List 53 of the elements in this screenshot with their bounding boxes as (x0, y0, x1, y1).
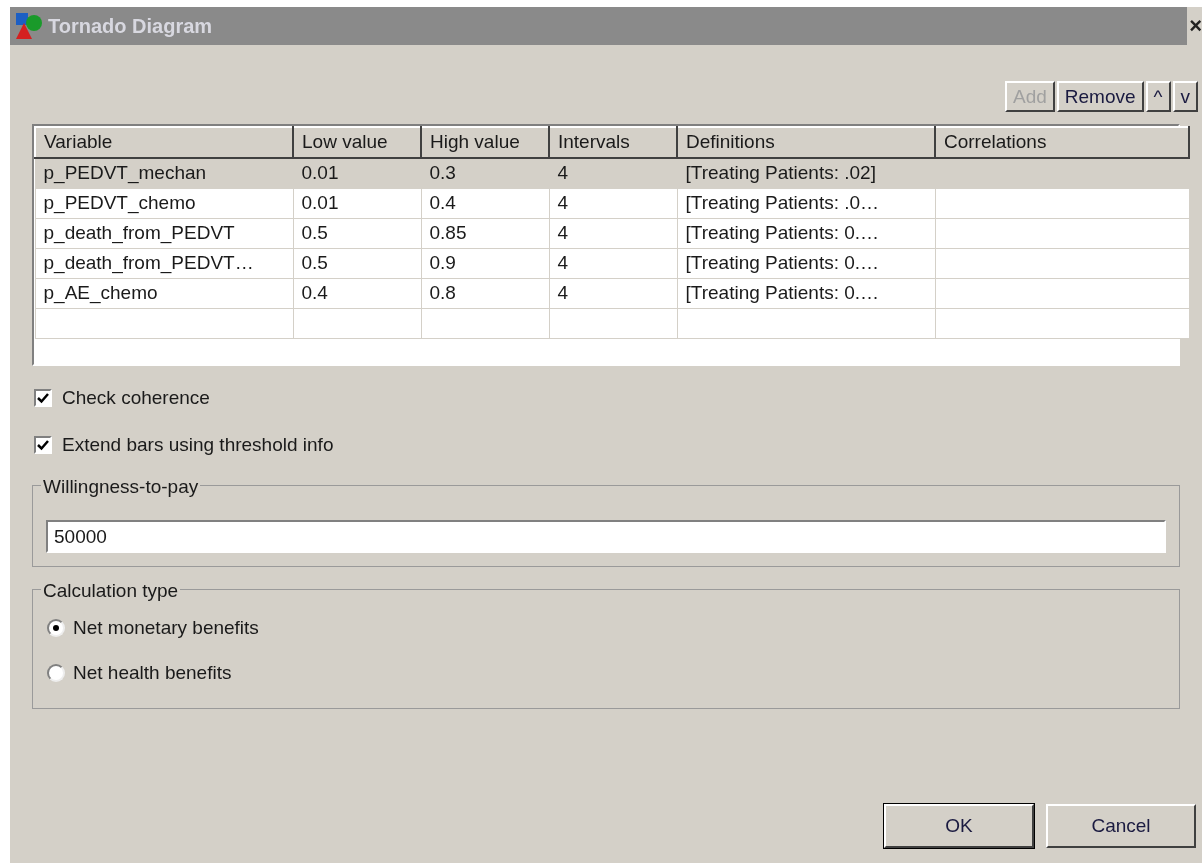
table-cell: p_death_from_PEDVT (43, 221, 235, 243)
table-cell: 0.9 (429, 251, 456, 273)
checkbox[interactable] (34, 435, 52, 454)
table-cell: p_death_from_PEDVT… (43, 251, 254, 273)
checkbox-label[interactable]: Check coherence (62, 384, 210, 413)
table-cell: p_AE_chemo (43, 281, 158, 303)
window-title: Tornado Diagram (48, 14, 213, 39)
toolbar-button[interactable]: Remove (1056, 81, 1144, 112)
column-header[interactable]: Definitions (677, 127, 935, 158)
table-row[interactable]: p_death_from_PEDVT 0.5 0.85 4 [Treating Patients: 0.… (35, 218, 1189, 248)
column-header[interactable]: Low value (293, 127, 421, 158)
column-header[interactable]: Intervals (549, 127, 677, 158)
table-cell: [Treating Patients: 0.… (685, 221, 880, 243)
radio-button[interactable] (47, 663, 65, 682)
table-cell: 0.5 (301, 221, 328, 243)
dialog-button[interactable]: Cancel (1046, 804, 1196, 848)
table-cell: 0.01 (301, 162, 339, 183)
table-cell: 4 (557, 221, 569, 243)
table-cell: 4 (557, 251, 569, 273)
table-cell: 0.3 (429, 162, 456, 183)
shapes-icon (14, 11, 44, 41)
table-cell: 4 (557, 162, 569, 183)
column-header[interactable]: Variable (35, 127, 293, 158)
table-cell: [Treating Patients: .0… (685, 191, 880, 213)
table-cell: p_PEDVT_mechan (43, 162, 207, 183)
table-row[interactable]: p_AE_chemo 0.4 0.8 4 [Treating Patients: 0.… (35, 278, 1189, 308)
toolbar-button[interactable]: ^ (1145, 81, 1171, 112)
table-row[interactable]: p_PEDVT_chemo 0.01 0.4 4 [Treating Patients: .0… (35, 188, 1189, 218)
table-row[interactable]: p_PEDVT_mechan 0.01 0.3 4 [Treating Patients: .02] (35, 158, 1189, 188)
close-button[interactable]: × (1189, 15, 1202, 37)
table-cell: 0.8 (429, 281, 456, 303)
table-cell: 0.4 (429, 191, 456, 213)
table-cell: 0.85 (429, 221, 467, 243)
table-row[interactable]: p_death_from_PEDVT… 0.5 0.9 4 [Treating Patients: 0.… (35, 248, 1189, 278)
table-cell: [Treating Patients: 0.… (685, 251, 880, 273)
radio-button[interactable] (47, 619, 65, 638)
input-field[interactable]: 50000 (46, 520, 1166, 553)
checkbox[interactable] (34, 389, 52, 408)
toolbar-button[interactable]: v (1172, 81, 1198, 112)
radio-label[interactable]: Net monetary benefits (73, 614, 259, 643)
table-cell: 0.4 (301, 281, 328, 303)
column-header[interactable]: High value (421, 127, 549, 158)
table-cell: [Treating Patients: .02] (685, 162, 876, 183)
column-header[interactable]: Correlations (935, 127, 1189, 158)
dialog-button[interactable]: OK (884, 804, 1034, 848)
radio-label[interactable]: Net health benefits (73, 658, 232, 687)
table-cell: [Treating Patients: 0.… (685, 281, 880, 303)
checkbox-label[interactable]: Extend bars using threshold info (62, 430, 334, 459)
table-cell: 0.5 (301, 251, 328, 273)
table-cell: 4 (557, 191, 569, 213)
table-cell: 4 (557, 281, 569, 303)
table-cell: 0.01 (301, 191, 339, 213)
table-cell: p_PEDVT_chemo (43, 191, 196, 213)
